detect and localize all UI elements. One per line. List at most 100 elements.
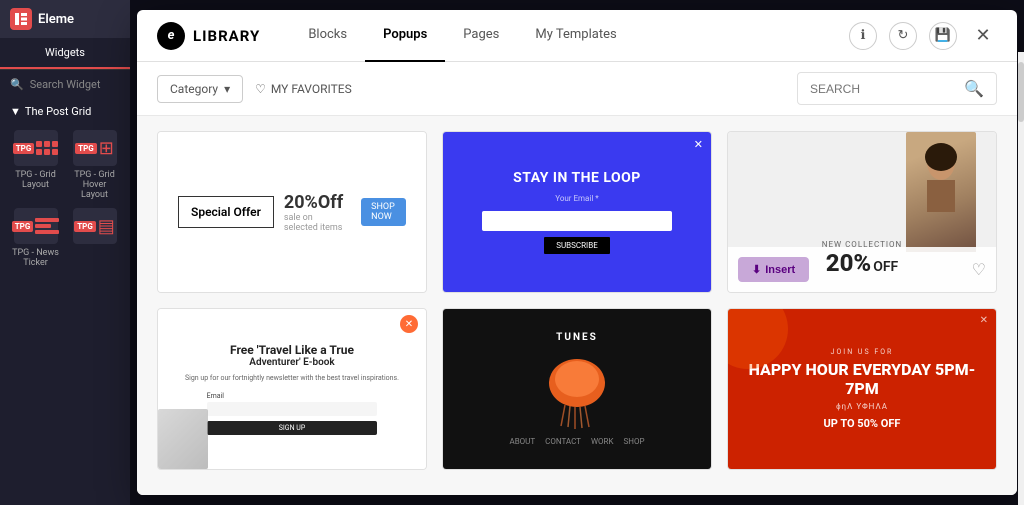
category-label: Category bbox=[170, 82, 218, 96]
tab-my-templates[interactable]: My Templates bbox=[517, 10, 634, 62]
widget-icon-ticker: TPG bbox=[14, 208, 58, 244]
library-logo-text: LIBRARY bbox=[193, 27, 260, 45]
jellyfish-nav-item4: SHOP bbox=[624, 437, 645, 446]
widget-item-ticker[interactable]: TPG TPG - News Ticker bbox=[10, 208, 61, 268]
travel-description: Sign up for our fortnightly newsletter w… bbox=[185, 374, 399, 384]
loop-content: ✕ STAY IN THE LOOP Your Email * SUBSCRIB… bbox=[443, 132, 711, 292]
refresh-icon: ↻ bbox=[898, 28, 909, 43]
tab-blocks[interactable]: Blocks bbox=[290, 10, 365, 62]
modal-close-button[interactable]: ✕ bbox=[969, 22, 997, 50]
search-widget-area[interactable]: 🔍 Search Widget bbox=[0, 70, 130, 99]
library-logo: e LIBRARY bbox=[157, 22, 260, 50]
jellyfish-nav: ABOUT CONTACT WORK SHOP bbox=[509, 437, 644, 446]
save-icon: 💾 bbox=[935, 28, 951, 43]
favorite-heart-icon[interactable]: ♡ bbox=[972, 260, 986, 279]
travel-email-label: Email bbox=[207, 392, 378, 400]
info-icon: ℹ bbox=[861, 28, 866, 43]
happy-title: HAPPY HOUR EVERYDAY 5PM-7PM bbox=[738, 360, 986, 398]
discount-value: 20%Off bbox=[284, 192, 343, 213]
template-card-happy-hour[interactable]: ✕ JOIN US FOR HAPPY HOUR EVERYDAY 5PM-7P… bbox=[727, 308, 997, 470]
close-icon: ✕ bbox=[975, 25, 990, 46]
discount-percent: 20% bbox=[826, 249, 871, 277]
filter-bar: Category ▾ ♡ MY FAVORITES 🔍 bbox=[137, 62, 1017, 116]
favorites-label: MY FAVORITES bbox=[271, 82, 352, 96]
template-card-travel[interactable]: ✕ Free 'Travel Like a True Adventurer' E… bbox=[157, 308, 427, 470]
widget-icon-extra: TPG ▤ bbox=[73, 208, 117, 244]
jellyfish-image-area bbox=[532, 351, 622, 431]
loop-close-icon: ✕ bbox=[694, 138, 703, 151]
info-icon-btn[interactable]: ℹ bbox=[849, 22, 877, 50]
loop-email-input bbox=[482, 211, 672, 231]
sidebar-header: Eleme bbox=[0, 0, 130, 38]
model-image bbox=[906, 132, 976, 252]
jellyfish-content: TUNES bbox=[443, 309, 711, 469]
modal-header: e LIBRARY Blocks Popups Pages My Templat… bbox=[137, 10, 1017, 62]
sidebar-tabs: Widgets bbox=[0, 38, 130, 70]
modal-overlay: e LIBRARY Blocks Popups Pages My Templat… bbox=[130, 0, 1024, 505]
sidebar-app-title: Eleme bbox=[38, 12, 74, 27]
search-widget-label: Search Widget bbox=[30, 78, 101, 91]
special-offer-badge: Special Offer bbox=[178, 196, 274, 228]
discount-collection-text: NEW COLLECTION bbox=[822, 240, 902, 249]
jellyfish-logo: TUNES bbox=[556, 332, 598, 343]
widget-item-grid-layout[interactable]: TPG TPG - Grid Layout bbox=[10, 130, 61, 200]
widget-label-grid: TPG - Grid Layout bbox=[10, 170, 61, 190]
jellyfish-nav-item2: CONTACT bbox=[545, 437, 581, 446]
tab-pages[interactable]: Pages bbox=[445, 10, 517, 62]
travel-image bbox=[158, 409, 208, 469]
tab-popups[interactable]: Popups bbox=[365, 10, 445, 62]
widget-item-extra[interactable]: TPG ▤ bbox=[69, 208, 120, 268]
widget-icon-hover: TPG ⊞ bbox=[73, 130, 117, 166]
template-card-20-off[interactable]: NEW COLLECTION 20% OFF ⬇ Insert bbox=[727, 131, 997, 293]
heart-icon: ♡ bbox=[255, 82, 266, 96]
search-box[interactable]: 🔍 bbox=[797, 72, 997, 105]
widget-label-ticker: TPG - News Ticker bbox=[10, 248, 61, 268]
happy-hour-close-icon: ✕ bbox=[980, 315, 988, 326]
discount-sub: sale on selected items bbox=[284, 213, 343, 233]
happy-discount: UP TO 50% OFF bbox=[824, 417, 901, 430]
template-card-stay-in-loop[interactable]: ✕ STAY IN THE LOOP Your Email * SUBSCRIB… bbox=[442, 131, 712, 293]
category-dropdown[interactable]: Category ▾ bbox=[157, 75, 243, 103]
happy-symbols: ϕηΛ ΥΦΗΛΑ bbox=[836, 402, 888, 411]
discount-off-text: OFF bbox=[873, 259, 898, 275]
loop-subscribe-btn: SUBSCRIBE bbox=[544, 237, 610, 254]
template-preview-special-offer: Special Offer 20%Off sale on selected it… bbox=[158, 132, 426, 292]
section-title-text: The Post Grid bbox=[25, 105, 91, 118]
header-actions: ℹ ↻ 💾 ✕ bbox=[849, 22, 997, 50]
download-icon: ⬇ bbox=[752, 263, 761, 276]
model-face bbox=[906, 132, 976, 252]
modal-nav-tabs: Blocks Popups Pages My Templates bbox=[290, 10, 849, 62]
search-icon: 🔍 bbox=[10, 78, 24, 91]
widget-grid: TPG TPG - Grid Layout TPG ⊞ TPG - Grid H… bbox=[0, 124, 130, 274]
insert-button[interactable]: ⬇ Insert bbox=[738, 257, 809, 282]
special-offer-content: Special Offer 20%Off sale on selected it… bbox=[158, 132, 426, 292]
sidebar-tab-widgets[interactable]: Widgets bbox=[0, 38, 130, 69]
library-modal: e LIBRARY Blocks Popups Pages My Templat… bbox=[137, 10, 1017, 495]
refresh-icon-btn[interactable]: ↻ bbox=[889, 22, 917, 50]
jellyfish-nav-item3: WORK bbox=[591, 437, 614, 446]
section-title: ▼ The Post Grid bbox=[0, 99, 130, 124]
template-preview-jellyfish: TUNES bbox=[443, 309, 711, 469]
special-offer-discount: 20%Off sale on selected items bbox=[284, 192, 343, 233]
chevron-down-icon: ▾ bbox=[224, 82, 230, 96]
travel-title-line1: Free 'Travel Like a True bbox=[230, 343, 354, 357]
templates-area: Special Offer 20%Off sale on selected it… bbox=[137, 116, 1017, 495]
library-logo-icon: e bbox=[157, 22, 185, 50]
collapse-icon: ▼ bbox=[10, 105, 21, 118]
jellyfish-nav-item: ABOUT bbox=[509, 437, 535, 446]
template-preview-loop: ✕ STAY IN THE LOOP Your Email * SUBSCRIB… bbox=[443, 132, 711, 292]
travel-title-line2: Adventurer' E-book bbox=[249, 357, 334, 368]
favorites-button[interactable]: ♡ MY FAVORITES bbox=[255, 82, 352, 96]
search-input[interactable] bbox=[810, 82, 958, 96]
widget-icon-grid: TPG bbox=[14, 130, 58, 166]
discount-text-area: NEW COLLECTION 20% OFF bbox=[822, 240, 902, 277]
template-card-special-offer[interactable]: Special Offer 20%Off sale on selected it… bbox=[157, 131, 427, 293]
search-icon: 🔍 bbox=[964, 79, 984, 98]
save-icon-btn[interactable]: 💾 bbox=[929, 22, 957, 50]
insert-label: Insert bbox=[765, 264, 795, 276]
templates-grid: Special Offer 20%Off sale on selected it… bbox=[157, 131, 997, 470]
widget-label-hover: TPG - Grid Hover Layout bbox=[69, 170, 120, 200]
widget-item-grid-hover[interactable]: TPG ⊞ TPG - Grid Hover Layout bbox=[69, 130, 120, 200]
template-preview-happy-hour: ✕ JOIN US FOR HAPPY HOUR EVERYDAY 5PM-7P… bbox=[728, 309, 996, 469]
template-card-jellyfish[interactable]: TUNES bbox=[442, 308, 712, 470]
